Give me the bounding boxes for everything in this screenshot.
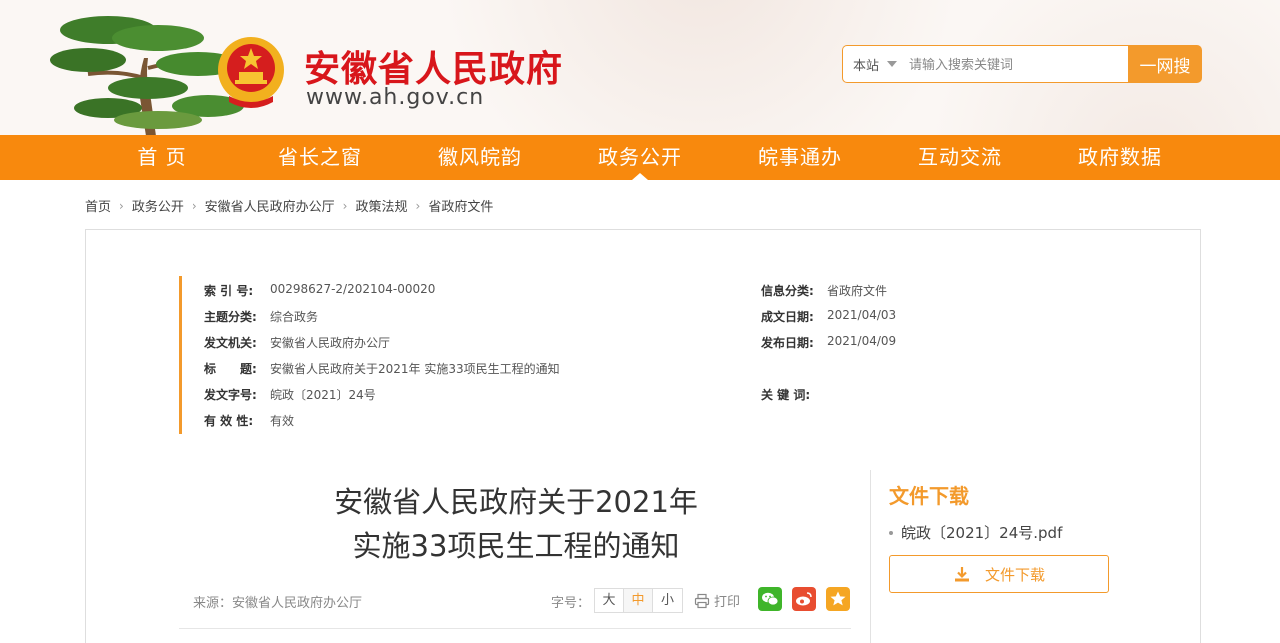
search-box: 本站 xyxy=(842,45,1128,83)
share-wechat-button[interactable] xyxy=(758,587,782,611)
divider xyxy=(179,628,851,629)
download-icon xyxy=(954,567,969,582)
chevron-right-icon: › xyxy=(415,198,421,213)
document-title-line-2: 实施33项民生工程的通知 xyxy=(352,529,680,563)
meta-keywords: 关 键 词: xyxy=(761,388,811,402)
document-metadata: 索 引 号: 00298627-2/202104-00020 信息分类: 省政府… xyxy=(179,276,1079,434)
meta-topic: 主题分类: 综合政务 xyxy=(204,310,319,324)
search-scope-label: 本站 xyxy=(853,58,880,74)
meta-info-class: 信息分类: 省政府文件 xyxy=(761,284,888,298)
meta-issuer: 发文机关: 安徽省人民政府办公厅 xyxy=(204,336,391,350)
file-name: 皖政〔2021〕24号.pdf xyxy=(901,524,1063,542)
file-download-sidebar: 文件下载 皖政〔2021〕24号.pdf 文件下载 xyxy=(870,470,1202,643)
site-url: www.ah.gov.cn xyxy=(306,85,485,110)
chevron-right-icon: › xyxy=(191,198,197,213)
nav-item-gov-affairs[interactable]: 政务公开 xyxy=(560,135,720,180)
content-panel: 索 引 号: 00298627-2/202104-00020 信息分类: 省政府… xyxy=(85,229,1201,643)
meta-validity: 有 效 性: 有效 xyxy=(204,414,295,428)
bullet-icon xyxy=(889,530,893,535)
wechat-icon xyxy=(762,592,779,606)
search-bar: 本站 一网搜 xyxy=(842,45,1202,83)
meta-doc-no: 发文字号: 皖政〔2021〕24号 xyxy=(204,388,376,402)
site-header: 安徽省人民政府 www.ah.gov.cn 本站 一网搜 xyxy=(0,0,1280,136)
document-title: 安徽省人民政府关于2021年 实施33项民生工程的通知 xyxy=(281,480,751,568)
meta-written-date: 成文日期: 2021/04/03 xyxy=(761,308,897,324)
national-emblem-icon xyxy=(218,37,284,108)
file-download-button-label: 文件下载 xyxy=(984,565,1045,584)
font-size-small-button[interactable]: 小 xyxy=(653,589,682,612)
nav-item-services[interactable]: 皖事通办 xyxy=(720,135,880,180)
nav-item-governor[interactable]: 省长之窗 xyxy=(240,135,400,180)
chevron-down-icon xyxy=(887,61,898,67)
print-label: 打印 xyxy=(714,595,741,610)
meta-title: 标 题: 安徽省人民政府关于2021年 实施33项民生工程的通知 xyxy=(204,362,560,376)
breadcrumb-policies[interactable]: 政策法规 xyxy=(355,196,407,215)
star-icon xyxy=(830,591,846,606)
printer-icon xyxy=(694,593,710,608)
file-download-button[interactable]: 文件下载 xyxy=(889,555,1109,593)
breadcrumb-office[interactable]: 安徽省人民政府办公厅 xyxy=(205,196,335,215)
breadcrumb-home[interactable]: 首页 xyxy=(85,196,111,215)
nav-item-interaction[interactable]: 互动交流 xyxy=(880,135,1040,180)
document-title-line-1: 安徽省人民政府关于2021年 xyxy=(334,485,698,519)
nav-item-home[interactable]: 首 页 xyxy=(82,135,242,180)
meta-index-no: 索 引 号: 00298627-2/202104-00020 xyxy=(204,282,436,298)
font-size-label: 字号： xyxy=(551,596,591,611)
chevron-right-icon: › xyxy=(342,198,348,213)
file-download-heading: 文件下载 xyxy=(889,484,969,508)
nav-item-gov-data[interactable]: 政府数据 xyxy=(1040,135,1200,180)
nav-item-culture[interactable]: 徽风皖韵 xyxy=(400,135,560,180)
search-input[interactable] xyxy=(909,56,1109,72)
breadcrumb-docs[interactable]: 省政府文件 xyxy=(428,196,493,215)
main-nav: 首 页 省长之窗 徽风皖韵 政务公开 皖事通办 互动交流 政府数据 xyxy=(0,135,1280,180)
search-button[interactable]: 一网搜 xyxy=(1128,45,1202,83)
document-source: 来源：安徽省人民政府办公厅 xyxy=(193,596,363,611)
share-weibo-button[interactable] xyxy=(792,587,816,611)
breadcrumb: 首页 › 政务公开 › 安徽省人民政府办公厅 › 政策法规 › 省政府文件 xyxy=(85,196,493,216)
share-favorite-button[interactable] xyxy=(826,587,850,611)
print-button[interactable]: 打印 xyxy=(694,591,740,610)
meta-publish-date: 发布日期: 2021/04/09 xyxy=(761,334,897,350)
file-link[interactable]: 皖政〔2021〕24号.pdf xyxy=(889,522,1062,543)
font-size-switcher: 大 中 小 xyxy=(594,588,683,613)
font-size-large-button[interactable]: 大 xyxy=(595,589,624,612)
search-scope-select[interactable]: 本站 xyxy=(843,55,909,74)
weibo-icon xyxy=(796,592,812,606)
chevron-right-icon: › xyxy=(119,198,124,213)
breadcrumb-gov-affairs[interactable]: 政务公开 xyxy=(132,196,184,215)
font-size-medium-button[interactable]: 中 xyxy=(624,589,653,612)
